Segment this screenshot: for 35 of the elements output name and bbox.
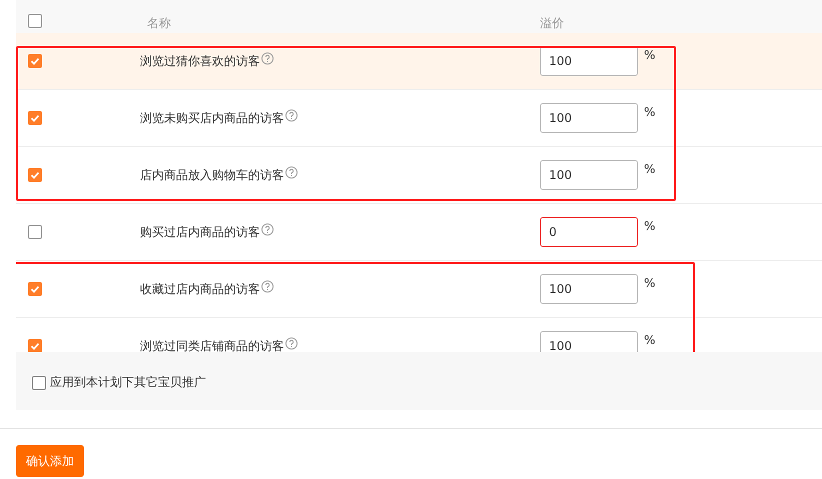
percent-unit: %: [644, 333, 656, 347]
percent-unit: %: [644, 276, 656, 290]
apply-option-label: 应用到本计划下其它宝贝推广: [50, 374, 206, 391]
audience-label: 店内商品放入购物车的访客: [140, 166, 284, 184]
percent-unit: %: [644, 219, 656, 233]
checkbox[interactable]: [28, 54, 42, 68]
checkbox[interactable]: [28, 339, 42, 352]
audience-label: 收藏过店内商品的访客: [140, 280, 260, 298]
premium-input[interactable]: 100: [540, 46, 638, 76]
premium-input[interactable]: 100: [540, 103, 638, 133]
column-header: 溢价: [540, 15, 564, 32]
checkbox[interactable]: [28, 111, 42, 125]
percent-unit: %: [644, 162, 656, 176]
audience-label: 浏览未购买店内商品的访客: [140, 110, 284, 126]
audience-label: 浏览过猜你喜欢的访客: [140, 52, 260, 70]
percent-unit: %: [644, 105, 656, 119]
help-icon[interactable]: [261, 222, 274, 236]
help-icon[interactable]: [261, 280, 274, 292]
premium-input[interactable]: 100: [540, 274, 638, 304]
checkbox[interactable]: [28, 225, 42, 239]
premium-input[interactable]: 100: [540, 331, 638, 352]
premium-input[interactable]: 0: [540, 217, 638, 247]
audience-label: 浏览过同类店铺商品的访客: [140, 338, 284, 352]
column-header: 名称: [146, 15, 172, 32]
help-icon[interactable]: [261, 52, 274, 64]
checkbox[interactable]: [28, 282, 42, 296]
audience-label: 购买过店内商品的访客: [140, 224, 260, 240]
premium-input[interactable]: 100: [540, 160, 638, 190]
help-icon[interactable]: [285, 108, 298, 122]
checkbox[interactable]: [28, 168, 42, 182]
checkbox[interactable]: [28, 14, 42, 28]
percent-unit: %: [644, 48, 656, 62]
help-icon[interactable]: [285, 166, 298, 178]
help-icon[interactable]: [285, 336, 298, 350]
checkbox[interactable]: [32, 376, 46, 390]
